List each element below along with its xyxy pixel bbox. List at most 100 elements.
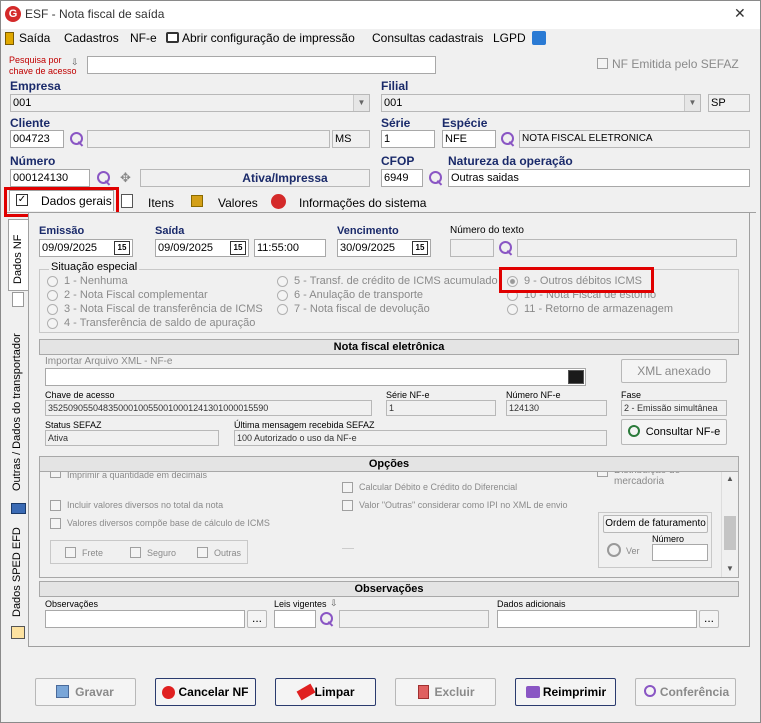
side-tab-transportador[interactable]: Outras / Dados do transportador — [8, 313, 28, 493]
close-icon[interactable]: ✕ — [734, 5, 746, 22]
cfop-input[interactable]: 6949 — [381, 169, 423, 187]
chevron-down-icon[interactable]: ▼ — [353, 95, 369, 111]
calendar-icon[interactable]: 15 — [230, 241, 246, 255]
search-input[interactable] — [87, 56, 436, 74]
tab-informacoes-sistema[interactable]: Informações do sistema — [271, 192, 426, 213]
radio-complementar[interactable] — [47, 290, 58, 301]
radio-devolucao[interactable] — [277, 304, 288, 315]
numero-input[interactable]: 000124130 — [10, 169, 90, 187]
ordem-faturamento-button[interactable]: Ordem de faturamento — [603, 515, 708, 533]
side-tab-sped-label: Dados SPED EFD — [11, 527, 23, 617]
menu-cadastros[interactable]: Cadastros — [64, 31, 119, 45]
scroll-thumb[interactable] — [724, 516, 736, 550]
lgpd-icon[interactable] — [532, 31, 546, 45]
calendar-icon[interactable]: 15 — [412, 241, 428, 255]
natureza-input[interactable]: Outras saidas — [448, 169, 750, 187]
observacoes-label: Observações — [45, 599, 99, 609]
excluir-button[interactable]: Excluir — [395, 678, 496, 706]
especie-search-icon[interactable] — [500, 131, 516, 147]
search-label-1: Pesquisa por — [9, 55, 62, 65]
radio-transf-credito-label: 5 - Transf. de crédito de ICMS acumulado — [294, 275, 498, 287]
menu-abrir-configuracao[interactable]: Abrir configuração de impressão — [182, 31, 355, 45]
chk-seguro-label: Seguro — [147, 548, 177, 558]
leis-label: Leis vigentes — [274, 599, 327, 609]
cliente-code[interactable]: 004723 — [10, 130, 64, 148]
radio-nenhuma[interactable] — [47, 276, 58, 287]
observacoes-ellipsis-button[interactable]: ... — [247, 610, 267, 628]
chk-distribuicao[interactable] — [597, 472, 608, 477]
opcoes-section-header: Opções — [39, 456, 739, 472]
filial-select[interactable]: 001 ▼ — [381, 94, 701, 112]
menu-nfe[interactable]: NF-e — [130, 31, 157, 45]
money-icon — [191, 195, 203, 207]
reimprimir-button[interactable]: Reimprimir — [515, 678, 616, 706]
menu-saida[interactable]: Saída — [19, 31, 50, 45]
hora-input[interactable]: 11:55:00 — [254, 239, 326, 257]
chk-incluir-valores[interactable] — [50, 500, 61, 511]
chevron-down-icon[interactable]: ▼ — [684, 95, 700, 111]
consultar-nfe-button[interactable]: Consultar NF-e — [621, 419, 727, 445]
chk-seguro[interactable] — [130, 547, 141, 558]
radio-transferencia-icms[interactable] — [47, 304, 58, 315]
observacoes-input[interactable] — [45, 610, 245, 628]
side-tab-dados-nf[interactable]: Dados NF — [8, 219, 28, 291]
radio-transferencia-saldo[interactable] — [47, 318, 58, 329]
nf-sefaz-checkbox[interactable] — [597, 58, 608, 69]
xml-anexado-button[interactable]: XML anexado — [621, 359, 727, 383]
scroll-up-icon[interactable]: ▲ — [726, 474, 734, 483]
sped-icon — [11, 626, 25, 639]
radio-armazenagem[interactable] — [507, 304, 518, 315]
numero-status: Ativa/Impressa — [140, 169, 370, 187]
leis-search-icon[interactable] — [319, 611, 335, 627]
limpar-button[interactable]: Limpar — [275, 678, 376, 706]
chk-outras[interactable] — [197, 547, 208, 558]
chk-frete[interactable] — [65, 547, 76, 558]
msg-sefaz-label: Última mensagem recebida SEFAZ — [234, 420, 375, 430]
chk-valores-base-icms-label: Valores diversos compõe base de cálculo … — [67, 518, 270, 528]
ordem-numero-input[interactable] — [652, 544, 708, 561]
zoom-icon[interactable] — [607, 543, 621, 557]
menu-lgpd[interactable]: LGPD — [493, 31, 526, 45]
saida-input[interactable]: 09/09/2025 15 — [155, 239, 249, 257]
scroll-down-icon[interactable]: ▼ — [726, 564, 734, 573]
folder-icon[interactable] — [568, 370, 584, 384]
importar-xml-input[interactable] — [45, 368, 586, 386]
radio-armazenagem-label: 11 - Retorno de armazenagem — [524, 303, 673, 315]
side-tab-sped[interactable]: Dados SPED EFD — [8, 523, 28, 619]
scrollbar[interactable]: ▲ ▼ — [721, 472, 738, 577]
radio-anulacao[interactable] — [277, 290, 288, 301]
numero-texto-search-icon[interactable] — [498, 240, 514, 256]
radio-nenhuma-label: 1 - Nenhuma — [64, 275, 128, 287]
chk-frete-label: Frete — [82, 548, 104, 558]
tab-itens[interactable]: Itens — [118, 192, 182, 213]
plus-icon[interactable]: ✥ — [120, 170, 131, 186]
numero-texto-input[interactable] — [450, 239, 494, 257]
tab-valores[interactable]: Valores — [191, 192, 263, 213]
dados-adicionais-label: Dados adicionais — [497, 599, 566, 609]
vencimento-input[interactable]: 30/09/2025 15 — [337, 239, 431, 257]
calendar-icon[interactable]: 15 — [114, 241, 130, 255]
chk-imprimir-decimais[interactable] — [50, 472, 61, 478]
menu-consultas-cadastrais[interactable]: Consultas cadastrais — [372, 31, 483, 45]
empresa-select[interactable]: 001 ▼ — [10, 94, 370, 112]
radio-transf-credito[interactable] — [277, 276, 288, 287]
leis-input[interactable] — [274, 610, 316, 628]
chk-valor-outras-ipi[interactable] — [342, 500, 353, 511]
gravar-button[interactable]: Gravar — [35, 678, 136, 706]
chk-valor-outras-ipi-label: Valor "Outras" considerar como IPI no XM… — [359, 500, 568, 510]
dados-adicionais-ellipsis-button[interactable]: ... — [699, 610, 719, 628]
chk-valores-base-icms[interactable] — [50, 518, 61, 529]
serie-input[interactable]: 1 — [381, 130, 435, 148]
dados-adicionais-input[interactable] — [497, 610, 697, 628]
conferencia-button[interactable]: Conferência — [635, 678, 736, 706]
chk-calcular-diferencial[interactable] — [342, 482, 353, 493]
cliente-search-icon[interactable] — [69, 131, 85, 147]
cancelar-nf-button[interactable]: Cancelar NF — [155, 678, 256, 706]
emissao-input[interactable]: 09/09/2025 15 — [39, 239, 133, 257]
cliente-uf: MS — [332, 130, 370, 148]
especie-code[interactable]: NFE — [442, 130, 496, 148]
numero-search-icon[interactable] — [96, 170, 112, 186]
tab-informacoes-label: Informações do sistema — [299, 196, 427, 210]
cfop-search-icon[interactable] — [428, 170, 444, 186]
serie-label: Série — [381, 116, 411, 130]
